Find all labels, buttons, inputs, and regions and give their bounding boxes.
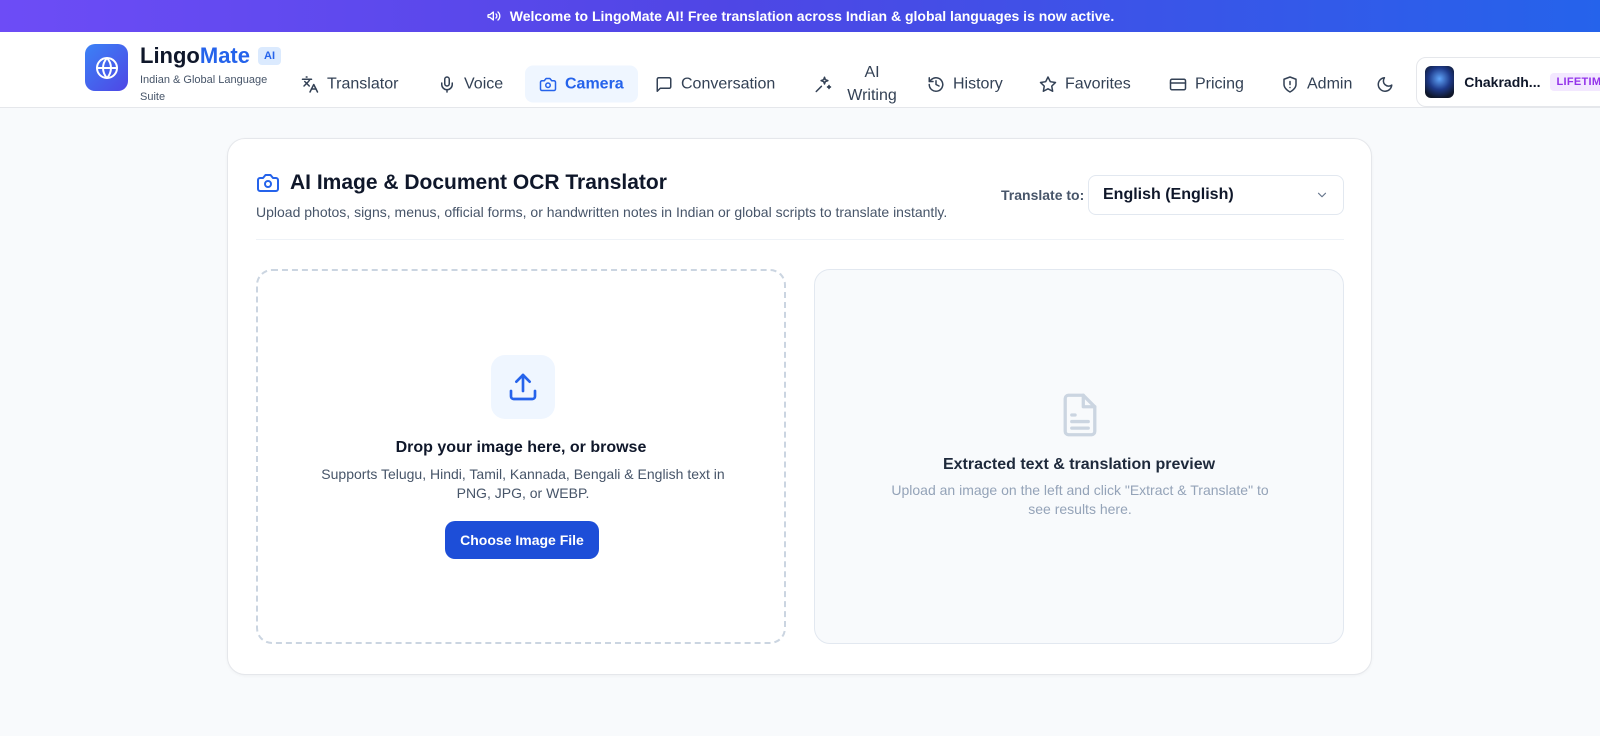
nav-pricing[interactable]: Pricing [1155,66,1258,103]
target-language-select[interactable]: English (English) [1088,175,1344,215]
nav-admin-label: Admin [1307,75,1353,92]
upload-icon-box [491,355,555,419]
divider [256,239,1344,240]
plan-badge: LIFETIME [1550,73,1600,91]
chevron-down-icon [1317,192,1327,198]
nav-history-label: History [953,75,1003,92]
nav-conversation[interactable]: Conversation [641,66,789,103]
announcement-banner: Welcome to LingoMate AI! Free translatio… [0,0,1600,32]
page-title: AI Image & Document OCR Translator [290,171,667,194]
nav-camera-label: Camera [565,75,624,92]
preview-title: Extracted text & translation preview [942,456,1216,473]
nav-translator-label: Translator [327,75,399,92]
nav-ai-writing[interactable]: AI Writing [800,59,918,109]
nav-ai-writing-label: AI Writing [847,64,897,104]
user-name: Chakradh... [1464,74,1541,90]
translate-icon [301,75,319,93]
chat-icon [656,76,672,92]
banner-text: Welcome to LingoMate AI! Free translatio… [509,8,1115,24]
target-language-value: English (English) [1103,186,1234,203]
brand[interactable]: Lingo Mate AI Indian & Global Language Su… [85,43,281,106]
choose-image-button[interactable]: Choose Image File [445,521,599,559]
translation-preview: Extracted text & translation preview Upl… [814,269,1344,644]
nav-conversation-label: Conversation [681,75,776,92]
brand-name-part1: Lingo [140,43,200,68]
upload-icon [509,373,537,401]
ocr-card: AI Image & Document OCR Translator Uploa… [227,138,1372,675]
ai-badge: AI [258,47,281,65]
nav-voice-label: Voice [464,75,504,92]
card-header: AI Image & Document OCR Translator [256,171,667,195]
nav-favorites[interactable]: Favorites [1025,66,1145,103]
camera-icon [539,77,557,91]
credit-card-icon [1169,78,1187,90]
camera-icon [257,174,279,192]
top-navigation: Lingo Mate AI Indian & Global Language Su… [0,32,1600,108]
translate-to-label: Translate to: [1001,187,1085,203]
nav-pricing-label: Pricing [1195,75,1244,92]
megaphone-icon [487,11,501,21]
brand-name-part2: Mate [199,43,250,68]
shield-icon [1283,75,1297,93]
preview-subtitle: Upload an image on the left and click "E… [891,482,1269,517]
dropzone-subtitle: Supports Telugu, Hindi, Tamil, Kannada, … [321,466,725,501]
moon-icon [1377,76,1393,92]
image-dropzone[interactable]: Drop your image here, or browse Supports… [256,269,786,644]
nav-voice[interactable]: Voice [424,66,517,103]
nav-translator[interactable]: Translator [287,66,412,103]
brand-subtitle: Indian & Global Language Suite [140,74,268,103]
brand-logo [85,44,128,91]
document-icon [1063,393,1097,437]
star-icon [1039,75,1057,92]
sparkles-icon [815,76,832,93]
nav-history[interactable]: History [913,66,1017,103]
dropzone-title: Drop your image here, or browse [395,439,647,456]
history-icon [928,76,944,92]
page-description: Upload photos, signs, menus, official fo… [256,204,948,220]
theme-toggle[interactable] [1370,66,1400,103]
globe-icon [95,56,118,79]
user-menu[interactable]: Chakradh... LIFETIME [1416,57,1600,107]
nav-admin[interactable]: Admin [1267,66,1366,103]
nav-camera[interactable]: Camera [525,65,638,103]
avatar [1425,66,1455,98]
brand-name: Lingo Mate AI [140,43,281,68]
nav-favorites-label: Favorites [1065,75,1131,92]
microphone-icon [441,75,453,93]
